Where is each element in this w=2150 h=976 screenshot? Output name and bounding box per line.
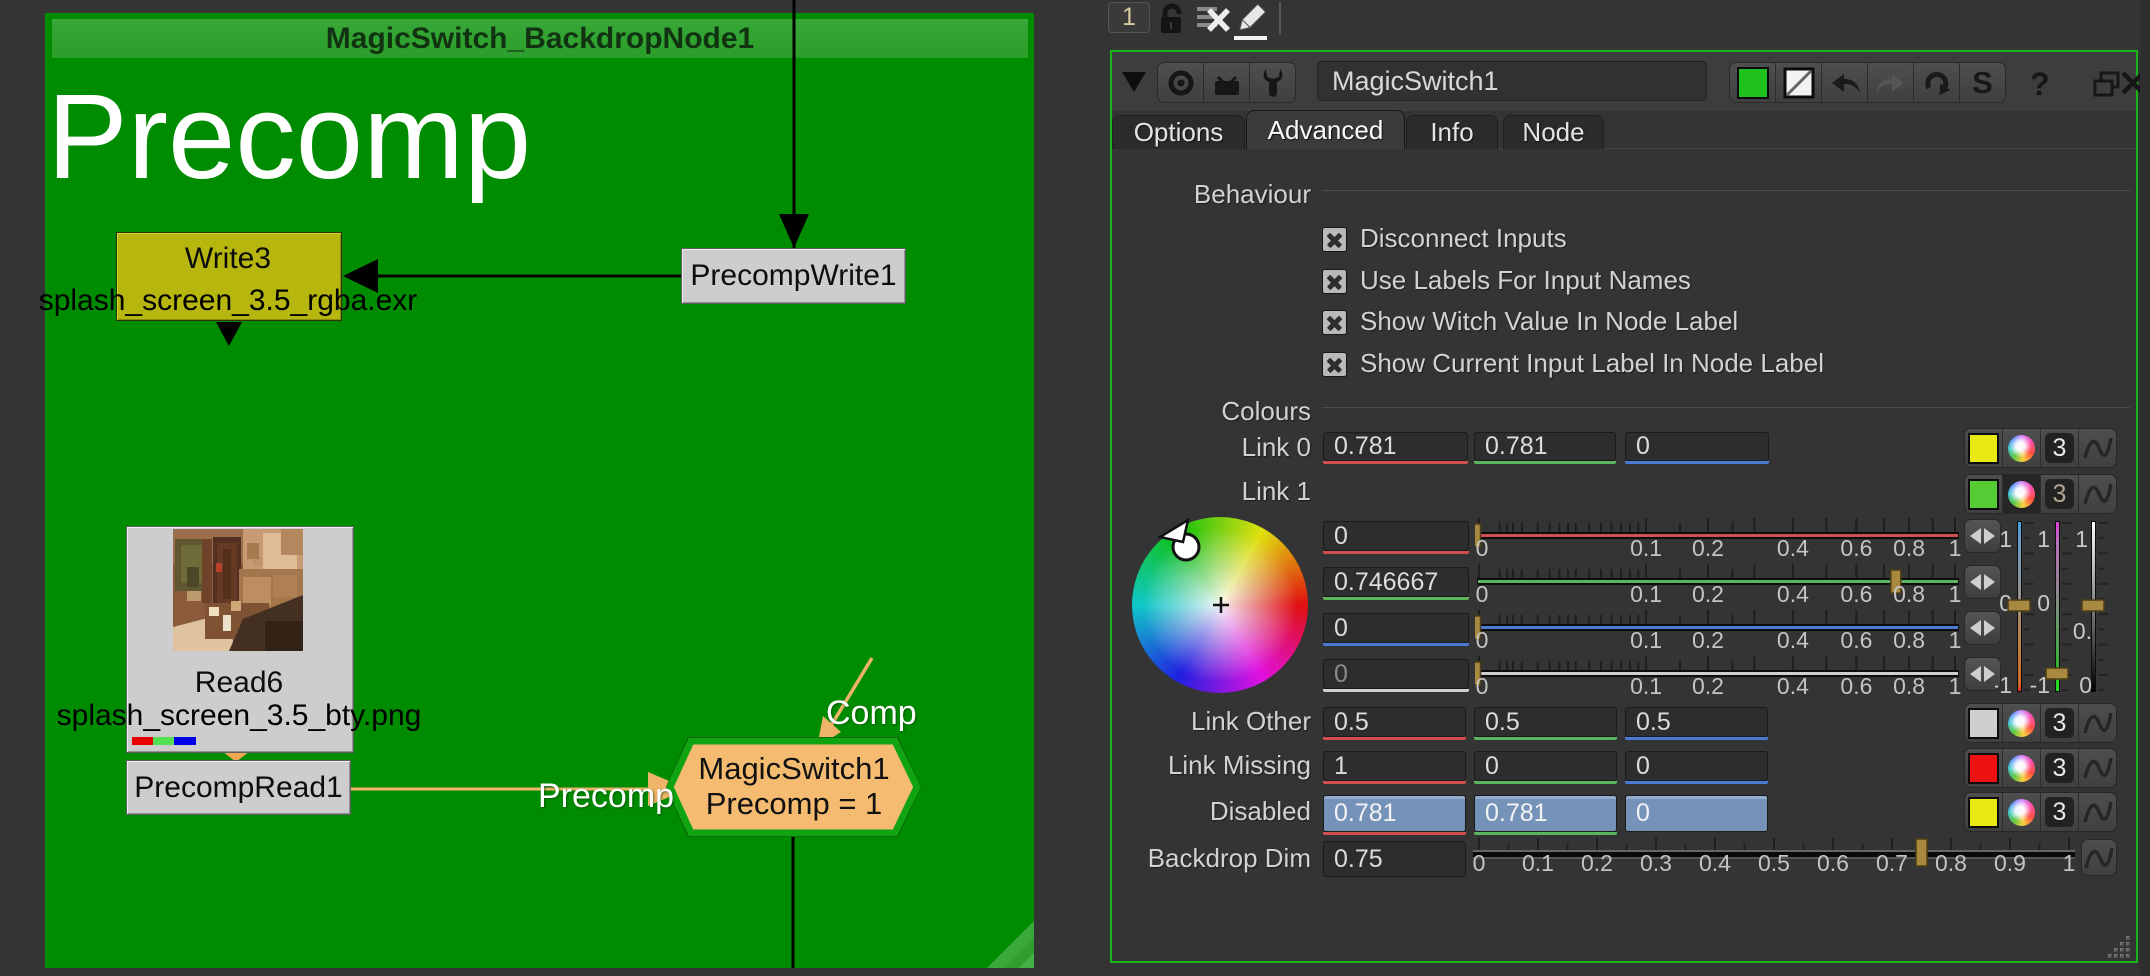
svg-text:0: 0 [1476,581,1489,607]
svg-text:0.6: 0.6 [1840,535,1872,561]
svg-text:0: 0 [2079,672,2092,698]
svg-text:1: 1 [1949,581,1962,607]
svg-text:0.3: 0.3 [1640,850,1672,876]
svg-text:0.6: 0.6 [1840,581,1872,607]
svg-text:0.6: 0.6 [1817,850,1849,876]
svg-text:0.2: 0.2 [1581,850,1613,876]
svg-text:0.1: 0.1 [1630,627,1662,653]
svg-text:0.2: 0.2 [1692,535,1724,561]
svg-text:1: 1 [1949,627,1962,653]
svg-text:0.8: 0.8 [1935,850,1967,876]
svg-text:0.: 0. [2073,618,2092,644]
svg-text:0: 0 [1476,627,1489,653]
svg-text:0.4: 0.4 [1777,581,1809,607]
svg-text:0.2: 0.2 [1692,581,1724,607]
svg-text:0.2: 0.2 [1692,673,1724,699]
svg-text:0.6: 0.6 [1840,673,1872,699]
svg-text:0.1: 0.1 [1630,535,1662,561]
svg-text:0.8: 0.8 [1893,673,1925,699]
svg-text:0.1: 0.1 [1630,581,1662,607]
svg-text:0.4: 0.4 [1777,627,1809,653]
svg-text:0.8: 0.8 [1893,581,1925,607]
svg-text:0.2: 0.2 [1692,627,1724,653]
svg-text:-1: -1 [1995,672,2012,698]
svg-text:0.1: 0.1 [1522,850,1554,876]
svg-text:0: 0 [1476,673,1489,699]
svg-text:1: 1 [2075,526,2088,552]
svg-text:1: 1 [1999,526,2012,552]
svg-text:0.4: 0.4 [1699,850,1731,876]
svg-text:0.9: 0.9 [1994,850,2026,876]
svg-text:1: 1 [2037,526,2050,552]
svg-text:0.8: 0.8 [1893,627,1925,653]
svg-text:0: 0 [1476,535,1489,561]
svg-text:0: 0 [1473,850,1486,876]
svg-text:1: 1 [1949,535,1962,561]
svg-text:1: 1 [2063,850,2076,876]
svg-text:0.5: 0.5 [1758,850,1790,876]
svg-text:0.6: 0.6 [1840,627,1872,653]
svg-text:0.8: 0.8 [1893,535,1925,561]
svg-text:1: 1 [1949,673,1962,699]
svg-text:0: 0 [2037,590,2050,616]
svg-text:0.4: 0.4 [1777,673,1809,699]
svg-text:0.4: 0.4 [1777,535,1809,561]
svg-text:0.1: 0.1 [1630,673,1662,699]
svg-text:0.7: 0.7 [1876,850,1908,876]
